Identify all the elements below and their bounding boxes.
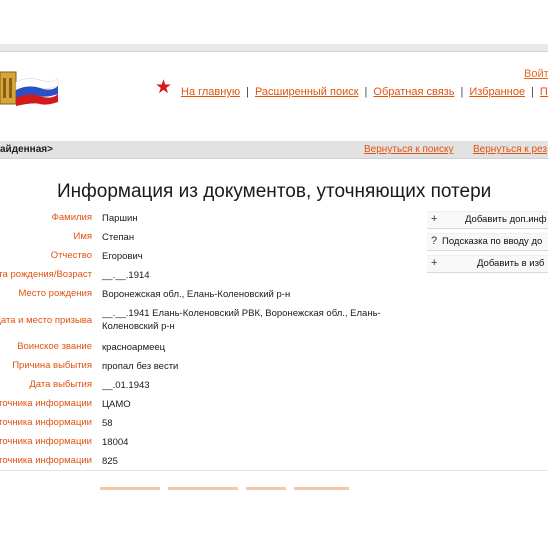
field-label: точника информации xyxy=(0,398,92,409)
breadcrumb-current: айденная> xyxy=(0,144,53,155)
field-value: Воронежская обл., Елань-Коленовский р-н xyxy=(102,289,291,300)
back-to-search-link[interactable]: Вернуться к поиску xyxy=(364,144,454,155)
field-value: __.01.1943 xyxy=(102,380,150,391)
top-navigation: На главную | Расширенный поиск | Обратная св… xyxy=(181,86,548,98)
field-value: 825 xyxy=(102,456,118,467)
plus-icon: + xyxy=(431,213,438,225)
nav-home-link[interactable]: На главную xyxy=(181,86,240,98)
field-value: пропал без вести xyxy=(102,361,179,372)
field-row: точника информации 18004 xyxy=(0,436,420,455)
field-value: __.__.1941 Елань-Коленовский РВК, Вороне… xyxy=(102,308,381,332)
field-row: Дата выбытия __.01.1943 xyxy=(0,379,420,398)
field-label: Отчество xyxy=(50,250,92,261)
login-link[interactable]: Войт xyxy=(524,68,548,80)
nav-separator: | xyxy=(460,86,464,98)
field-row: Дата и место призыва __.__.1941 Елань-Кол… xyxy=(0,307,420,341)
nav-separator: | xyxy=(531,86,534,98)
nav-separator: | xyxy=(246,86,249,98)
add-extra-info-button[interactable]: + Добавить доп.инф xyxy=(427,211,548,229)
input-hint-label: Подсказка по вводу до xyxy=(442,236,543,247)
field-row: Отчество Егорович xyxy=(0,250,420,269)
field-value: красноармеец xyxy=(102,342,166,353)
field-label: Причина выбытия xyxy=(12,360,92,371)
red-star-icon: ★ xyxy=(155,77,173,98)
add-extra-info-label: Добавить доп.инф xyxy=(465,214,547,225)
field-value: __.__.1914 xyxy=(102,270,150,281)
field-value: Паршин xyxy=(102,213,138,224)
field-row: Воинское звание красноармеец xyxy=(0,341,420,360)
field-label: та рождения/Возраст xyxy=(0,269,92,280)
field-value: ЦАМО xyxy=(102,399,131,410)
field-row: Фамилия Паршин xyxy=(0,212,420,231)
field-value: Егорович xyxy=(102,251,143,262)
field-row: Место рождения Воронежская обл., Елань-Ко… xyxy=(0,288,420,307)
back-to-results-link[interactable]: Вернуться к рез xyxy=(473,144,547,155)
field-row: точника информации 58 xyxy=(0,417,420,436)
breadcrumb: айденная> Вернуться к поиску Вернуться к… xyxy=(0,141,548,159)
field-value: Степан xyxy=(102,232,135,243)
field-value: 58 xyxy=(102,418,113,429)
page-title: Информация из документов, уточняющих пот… xyxy=(57,181,492,202)
field-label: точника информации xyxy=(0,417,92,428)
field-label: точника информации xyxy=(0,455,92,466)
field-row: точника информации ЦАМО xyxy=(0,398,420,417)
input-hint-button[interactable]: ? Подсказка по вводу до xyxy=(427,233,548,251)
nav-favorites-link[interactable]: Избранное xyxy=(469,86,525,98)
question-icon: ? xyxy=(431,235,438,247)
field-label: Воинское звание xyxy=(17,341,92,352)
add-to-favorites-label: Добавить в изб xyxy=(477,258,545,269)
field-row: точника информации 825 xyxy=(0,455,420,474)
field-label: Место рождения xyxy=(18,288,92,299)
field-label: Дата и место призыва xyxy=(0,315,92,326)
nav-advanced-search-link[interactable]: Расширенный поиск xyxy=(255,86,359,98)
field-label: Имя xyxy=(73,231,92,242)
add-to-favorites-button[interactable]: + Добавить в изб xyxy=(427,255,548,273)
field-value: 18004 xyxy=(102,437,129,448)
field-row: Причина выбытия пропал без вести xyxy=(0,360,420,379)
nav-feedback-link[interactable]: Обратная связь xyxy=(373,86,454,98)
field-label: Фамилия xyxy=(51,212,92,223)
actions-panel: + Добавить доп.инф ? Подсказка по вводу … xyxy=(427,211,548,277)
nav-separator: | xyxy=(364,86,368,98)
field-label: Дата выбытия xyxy=(29,379,92,390)
site-logo-icon[interactable] xyxy=(0,68,60,108)
content-divider xyxy=(0,470,548,471)
cut-off-footer xyxy=(100,477,420,490)
field-label: точника информации xyxy=(0,436,92,447)
field-row: та рождения/Возраст __.__.1914 xyxy=(0,269,420,288)
nav-help-link[interactable]: Пом xyxy=(540,86,548,98)
plus-icon: + xyxy=(431,257,438,269)
bookmarks-bar xyxy=(0,44,548,52)
field-row: Имя Степан xyxy=(0,231,420,250)
record-fields: Фамилия Паршин Имя Степан Отчество Егорович… xyxy=(0,212,420,474)
